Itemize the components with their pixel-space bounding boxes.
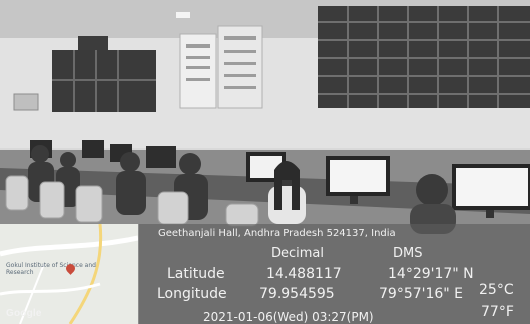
longitude-label: Longitude [157,286,227,302]
geotag-photo: Gokul Institute of Science and Research … [0,0,530,324]
latitude-decimal-value: 14.488117 [266,266,342,282]
longitude-dms-value: 79°57'16" E [379,286,464,302]
longitude-decimal-value: 79.954595 [259,286,335,302]
map-place-label: Gokul Institute of Science and Research [6,262,96,276]
latitude-dms-value: 14°29'17" N [388,266,474,282]
ceiling-light [176,12,190,18]
geotag-overlay: Geethanjali Hall, Andhra Pradesh 524137,… [139,224,530,324]
wall-frame [13,93,39,111]
temperature-fahrenheit: 77°F [481,304,514,320]
wall-sign [78,36,108,52]
address-text: Geethanjali Hall, Andhra Pradesh 524137,… [158,228,396,239]
dms-column-header: DMS [393,246,423,261]
date-time-stamp: 2021-01-06(Wed) 03:27(PM) [203,310,374,324]
latitude-label: Latitude [167,266,225,282]
google-logo: Google [6,308,42,319]
decimal-column-header: Decimal [271,246,325,261]
temperature-celsius: 25°C [479,282,514,298]
